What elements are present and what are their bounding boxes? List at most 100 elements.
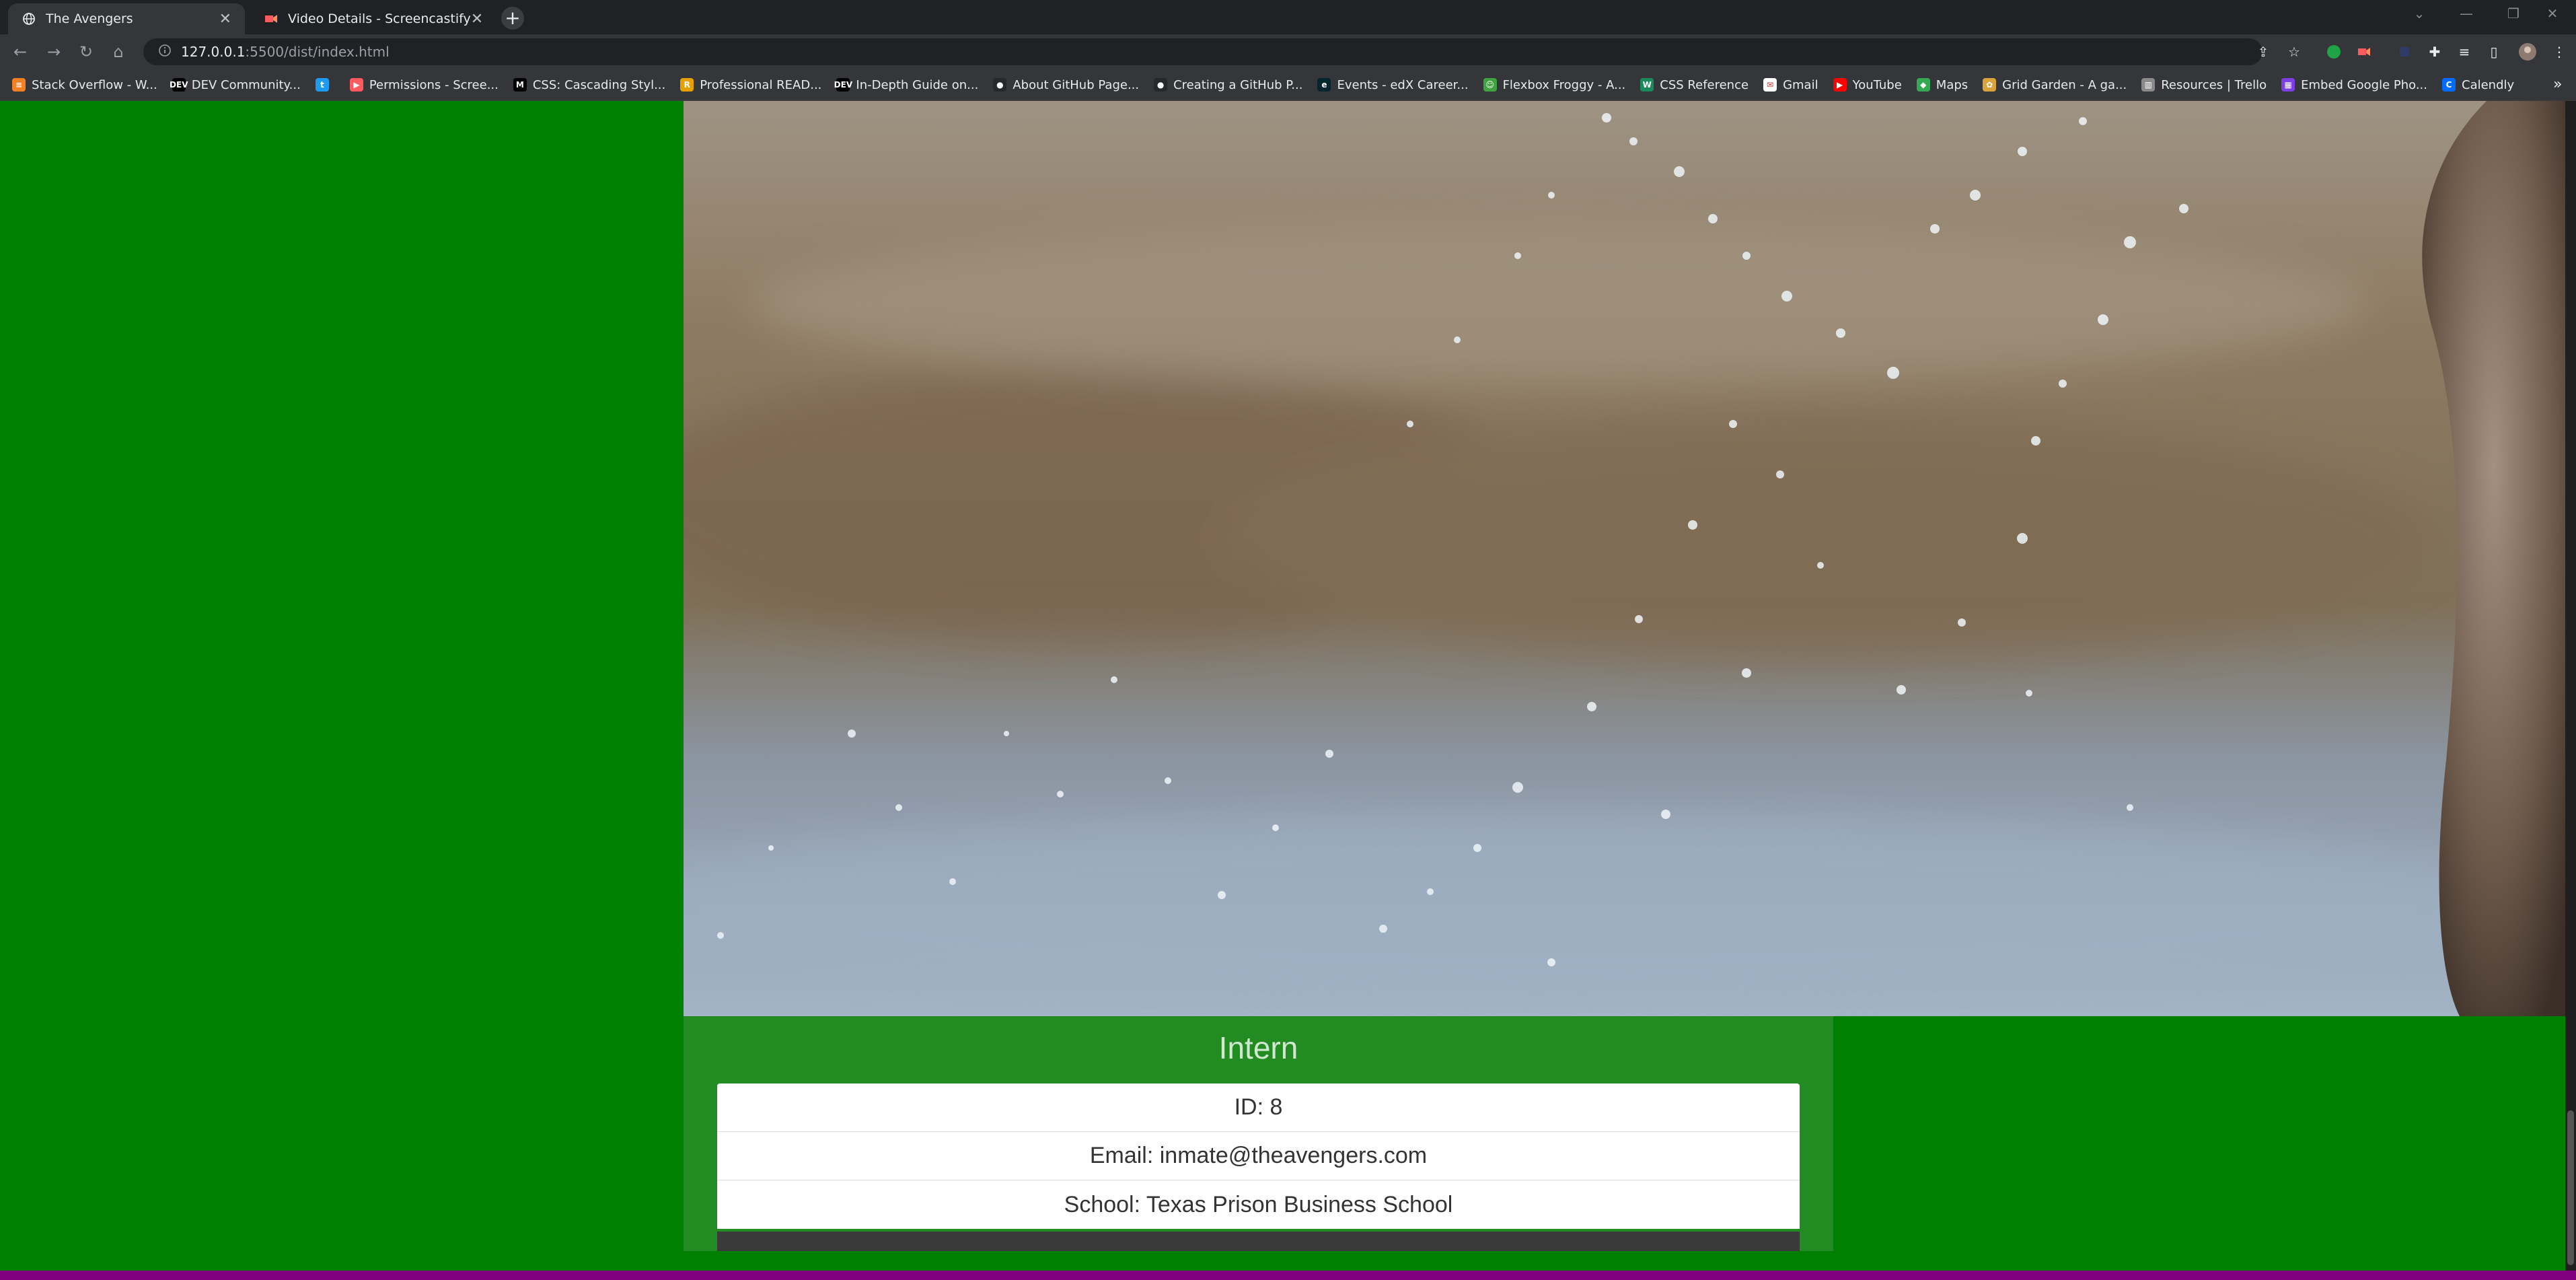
extension-green-icon[interactable]: [2324, 42, 2343, 61]
bookmark-label: Grid Garden - A ga...: [2002, 77, 2127, 92]
water-splash-photo: [684, 101, 2565, 1016]
trello-icon: ▥: [2141, 78, 2156, 92]
extensions-puzzle-icon[interactable]: ✚: [2425, 42, 2444, 61]
bookmark-item[interactable]: W CSS Reference: [1640, 78, 1749, 92]
calendly-icon: C: [2442, 78, 2456, 92]
bookmark-item[interactable]: R Professional READ...: [680, 78, 821, 92]
tab-screencastify[interactable]: Video Details - Screencastify ✕: [250, 3, 487, 34]
avatar[interactable]: [2518, 42, 2537, 61]
list-item-email[interactable]: Email: inmate@theavengers.com: [717, 1132, 1800, 1180]
bookmark-label: Gmail: [1783, 77, 1818, 92]
bookmark-label: Flexbox Froggy - A...: [1502, 77, 1626, 92]
bookmark-item[interactable]: M CSS: Cascading Styl...: [513, 78, 665, 92]
mdn-icon: M: [513, 78, 527, 92]
froggy-icon: ☺: [1483, 78, 1497, 92]
stackoverflow-icon: ≡: [12, 78, 26, 92]
bookmark-item[interactable]: ▥ Resources | Trello: [2141, 78, 2267, 92]
bookmark-item[interactable]: ● Creating a GitHub P...: [1154, 78, 1302, 92]
close-icon[interactable]: ✕: [471, 11, 483, 28]
address-bar[interactable]: 127.0.0.1:5500/dist/index.html: [143, 38, 2262, 65]
dev-icon: DEV: [170, 78, 188, 92]
bookmark-item[interactable]: e Events - edX Career...: [1317, 77, 1469, 92]
twitter-icon: t: [315, 78, 329, 92]
bookmark-item[interactable]: ▶ YouTube: [1833, 78, 1902, 92]
bookmark-label: Permissions - Scree...: [369, 77, 499, 92]
close-icon[interactable]: ✕: [219, 11, 231, 28]
info-icon[interactable]: [158, 44, 172, 60]
share-icon[interactable]: ⇪: [2254, 42, 2273, 61]
bookmark-item[interactable]: ✿ Grid Garden - A ga...: [1983, 78, 2127, 92]
tab-search-icon[interactable]: ⌄: [2396, 0, 2443, 27]
card-details-list: ID: 8 Email: inmate@theavengers.com Scho…: [717, 1083, 1800, 1229]
tab-title: Video Details - Screencastify: [288, 11, 471, 26]
globe-icon: [22, 11, 36, 26]
bookmark-label: Stack Overflow - W...: [32, 77, 157, 92]
scrollbar-thumb[interactable]: [2567, 1110, 2574, 1265]
gmail-icon: ✉: [1763, 78, 1777, 92]
minimize-icon[interactable]: —: [2443, 0, 2490, 27]
youtube-icon: ▶: [1833, 78, 1847, 92]
screencastify-extension-icon[interactable]: [2355, 42, 2373, 61]
employee-card: Intern ID: 8 Email: inmate@theavengers.c…: [684, 1016, 1833, 1251]
bookmark-item[interactable]: ☺ Flexbox Froggy - A...: [1483, 77, 1626, 92]
bookmarks-overflow-icon[interactable]: »: [2553, 76, 2564, 93]
google-photos-icon: ▦: [2281, 78, 2295, 92]
grid-garden-icon: ✿: [1983, 78, 1997, 92]
card-footer-strip: [717, 1232, 1800, 1251]
tab-the-avengers[interactable]: The Avengers ✕: [8, 3, 245, 34]
bookmark-label: DEV Community...: [191, 77, 301, 92]
bookmark-star-icon[interactable]: ☆: [2285, 42, 2304, 61]
bookmark-label: CSS Reference: [1660, 77, 1749, 92]
bookmarks-bar: ≡ Stack Overflow - W... DEV DEV Community..…: [0, 69, 2576, 101]
bookmark-item[interactable]: ≡ Stack Overflow - W...: [12, 78, 157, 92]
menu-kebab-icon[interactable]: ⋮: [2550, 42, 2569, 61]
maps-icon: ◆: [1916, 78, 1930, 92]
card-title: Intern: [1218, 1030, 1298, 1065]
extension-blue-icon[interactable]: [2395, 42, 2414, 61]
bookmark-item[interactable]: DEV DEV Community...: [170, 77, 301, 92]
readme-icon: R: [680, 78, 694, 92]
new-tab-button[interactable]: +: [501, 7, 524, 30]
github-icon: ●: [1154, 78, 1168, 92]
hero-photo: [684, 101, 2565, 1016]
window-close-icon[interactable]: ✕: [2529, 0, 2576, 27]
scrollbar[interactable]: [2565, 101, 2576, 1280]
browser-toolbar: ← → ↻ ⌂ 127.0.0.1:5500/dist/index.html ⇪…: [0, 34, 2576, 69]
bookmark-label: Calendly: [2462, 77, 2515, 92]
css-reference-icon: W: [1640, 78, 1654, 92]
bookmark-item[interactable]: C Calendly: [2442, 78, 2514, 92]
tab-title: The Avengers: [46, 11, 133, 26]
bookmark-item[interactable]: t: [315, 78, 335, 92]
back-icon[interactable]: ←: [8, 40, 32, 64]
screencastify-icon: [264, 11, 279, 26]
bookmark-item[interactable]: ▦ Embed Google Pho...: [2281, 78, 2427, 92]
bookmark-label: Events - edX Career...: [1337, 77, 1469, 92]
edx-icon: e: [1317, 78, 1331, 92]
url-path: :5500/dist/index.html: [245, 44, 390, 60]
screencastify-icon: ▶: [349, 78, 363, 92]
bookmark-label: About GitHub Page...: [1013, 77, 1140, 92]
bookmark-label: Maps: [1936, 77, 1968, 92]
bookmark-label: Creating a GitHub P...: [1173, 77, 1303, 92]
bookmark-label: YouTube: [1852, 77, 1902, 92]
list-item-school: School: Texas Prison Business School: [1064, 1191, 1453, 1217]
dev-icon: DEV: [834, 78, 852, 92]
bookmark-label: CSS: Cascading Styl...: [532, 77, 666, 92]
bookmark-item[interactable]: ✉ Gmail: [1763, 78, 1818, 92]
bookmark-item[interactable]: DEV In-Depth Guide on...: [834, 78, 979, 92]
bookmark-item[interactable]: ▶ Permissions - Scree...: [349, 77, 499, 92]
side-panel-icon[interactable]: ▯: [2485, 42, 2503, 61]
github-icon: ●: [993, 78, 1007, 92]
bookmark-item[interactable]: ◆ Maps: [1916, 77, 1968, 92]
media-control-icon[interactable]: ≡: [2455, 42, 2474, 61]
home-icon[interactable]: ⌂: [106, 40, 131, 64]
footer-bar: [0, 1271, 2576, 1280]
bookmark-item[interactable]: ● About GitHub Page...: [993, 78, 1139, 92]
list-item-id: ID: 8: [717, 1083, 1800, 1132]
tab-strip: The Avengers ✕ Video Details - Screencas…: [0, 0, 2576, 34]
url-host: 127.0.0.1: [181, 44, 246, 60]
forward-icon[interactable]: →: [42, 40, 66, 64]
reload-icon[interactable]: ↻: [74, 40, 98, 64]
url-text: 127.0.0.1:5500/dist/index.html: [181, 44, 390, 60]
bookmark-label: Resources | Trello: [2161, 77, 2267, 92]
